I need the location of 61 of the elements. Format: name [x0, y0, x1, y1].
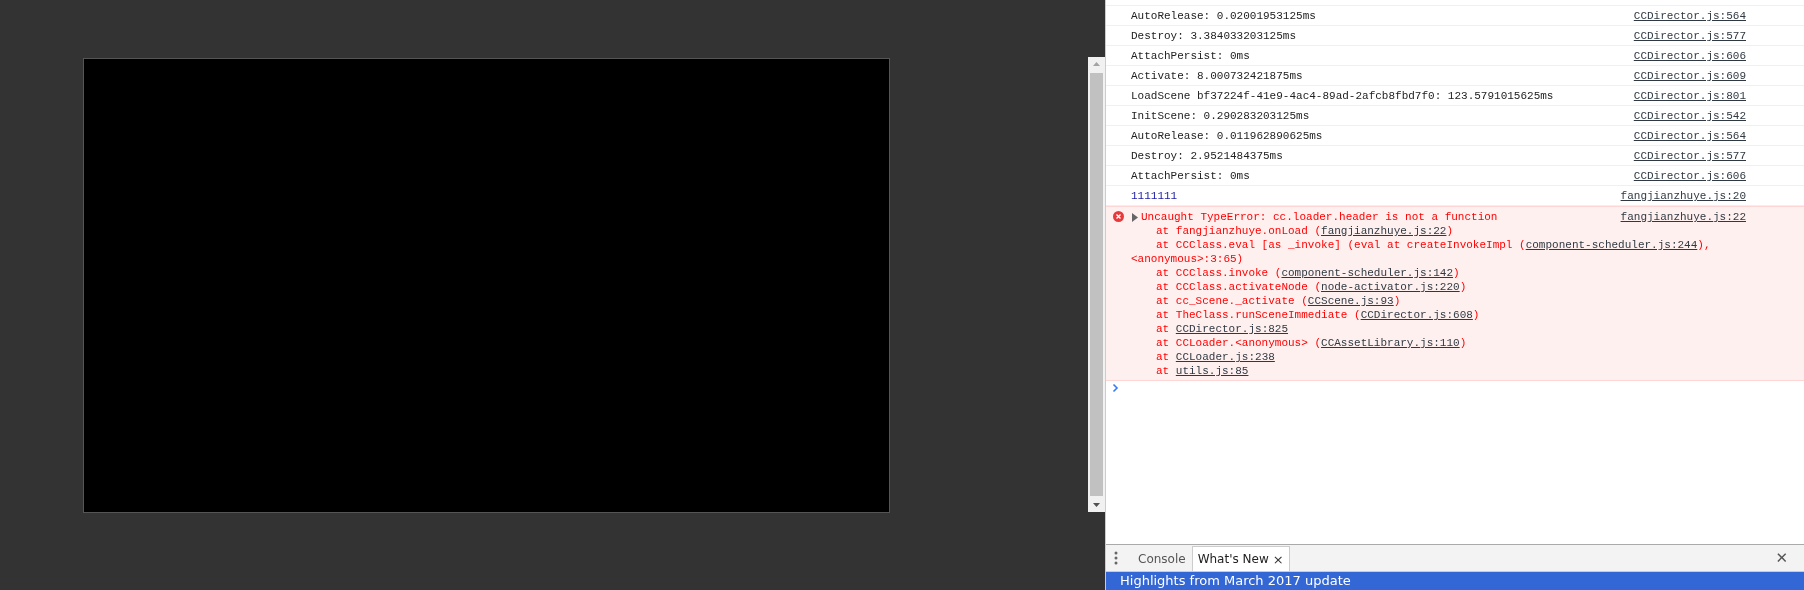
stack-text: ) — [1446, 225, 1454, 237]
stack-text: ) — [1459, 281, 1467, 293]
log-message: Destroy: 2.9521484375ms — [1131, 149, 1284, 163]
stack-link[interactable]: CCAssetLibrary.js:110 — [1321, 337, 1460, 349]
stack-text: at CCClass.eval [as _invoke] (eval at createInvokeImpl ( — [1156, 239, 1526, 251]
stack-text: at CCClass.activateNode ( — [1156, 281, 1322, 293]
source-link[interactable]: CCDirector.js:542 — [1633, 109, 1746, 123]
log-message: Destroy: 3.384033203125ms — [1131, 29, 1298, 43]
source-link[interactable]: CCDirector.js:577 — [1633, 29, 1746, 43]
stack-text: at CCClass.invoke ( — [1156, 267, 1282, 279]
stack-text: ) — [1459, 337, 1467, 349]
stack-text: ), — [1697, 239, 1711, 251]
log-message: Activate: 8.000732421875ms — [1131, 69, 1304, 83]
log-message: AttachPersist: 0ms — [1131, 169, 1251, 183]
stack-text: at fangjianzhuye.onLoad ( — [1156, 225, 1322, 237]
stack-link[interactable]: CCDirector.js:608 — [1360, 309, 1473, 321]
stack-text: at TheClass.runSceneImmediate ( — [1156, 309, 1361, 321]
close-icon[interactable]: × — [1272, 551, 1284, 567]
source-link[interactable]: CCDirector.js:564 — [1633, 129, 1746, 143]
stack-text: <anonymous>:3:65) — [1131, 253, 1244, 265]
source-link[interactable]: fangjianzhuye.js:20 — [1620, 189, 1746, 203]
stack-text: ) — [1393, 295, 1401, 307]
stack-link[interactable]: fangjianzhuye.js:22 — [1321, 225, 1447, 237]
log-message: 1111111 — [1131, 189, 1179, 203]
stack-link[interactable]: component-scheduler.js:244 — [1525, 239, 1698, 251]
stack-link[interactable]: CCDirector.js:825 — [1175, 323, 1289, 335]
stack-text: at CCLoader.<anonymous> ( — [1156, 337, 1322, 349]
stack-link[interactable]: component-scheduler.js:142 — [1281, 267, 1454, 279]
source-link[interactable]: CCDirector.js:577 — [1633, 149, 1746, 163]
source-link[interactable]: CCDirector.js:609 — [1633, 69, 1746, 83]
stack-text: at — [1156, 351, 1171, 363]
stack-link[interactable]: utils.js:85 — [1175, 365, 1249, 377]
stack-text: at — [1156, 365, 1171, 377]
log-message: AttachPersist: 0ms — [1131, 49, 1251, 63]
stack-text: at — [1156, 323, 1171, 335]
source-link[interactable]: CCDirector.js:564 — [1633, 9, 1746, 23]
drawer-tab[interactable]: Console — [1132, 546, 1192, 571]
stack-link[interactable]: node-activator.js:220 — [1321, 281, 1460, 293]
stack-text: ) — [1453, 267, 1460, 279]
scrollbar-thumb[interactable] — [1090, 73, 1103, 496]
stack-link[interactable]: CCScene.js:93 — [1307, 295, 1394, 307]
prompt-chevron-icon — [1112, 383, 1119, 393]
more-options-icon[interactable] — [1114, 551, 1118, 565]
stack-text: at cc_Scene._activate ( — [1156, 295, 1308, 307]
log-message: LoadScene bf37224f-41e9-4ac4-89ad-2afcb8fbd7f0: 123.5791015625ms — [1131, 89, 1555, 103]
stack-link[interactable]: CCLoader.js:238 — [1175, 351, 1275, 363]
log-message: AutoRelease: 0.02001953125ms — [1131, 9, 1317, 23]
source-link[interactable]: fangjianzhuye.js:22 — [1620, 210, 1746, 224]
error-icon — [1113, 211, 1124, 222]
stack-text: ) — [1472, 309, 1480, 321]
scrollbar[interactable] — [1088, 57, 1105, 512]
log-message: AutoRelease: 0.011962890625ms — [1131, 129, 1324, 143]
source-link[interactable]: CCDirector.js:801 — [1633, 89, 1746, 103]
source-link[interactable]: CCDirector.js:606 — [1633, 169, 1746, 183]
expand-arrow-icon[interactable] — [1131, 212, 1139, 222]
log-message: InitScene: 0.290283203125ms — [1131, 109, 1311, 123]
source-link[interactable]: CCDirector.js:606 — [1633, 49, 1746, 63]
error-message: Uncaught TypeError: cc.loader.header is not a function — [1141, 210, 1499, 224]
whats-new-banner: Highlights from March 2017 update — [1106, 572, 1804, 590]
close-icon[interactable]: ✕ — [1775, 549, 1788, 567]
drawer-tab[interactable]: What's New × — [1191, 546, 1290, 571]
